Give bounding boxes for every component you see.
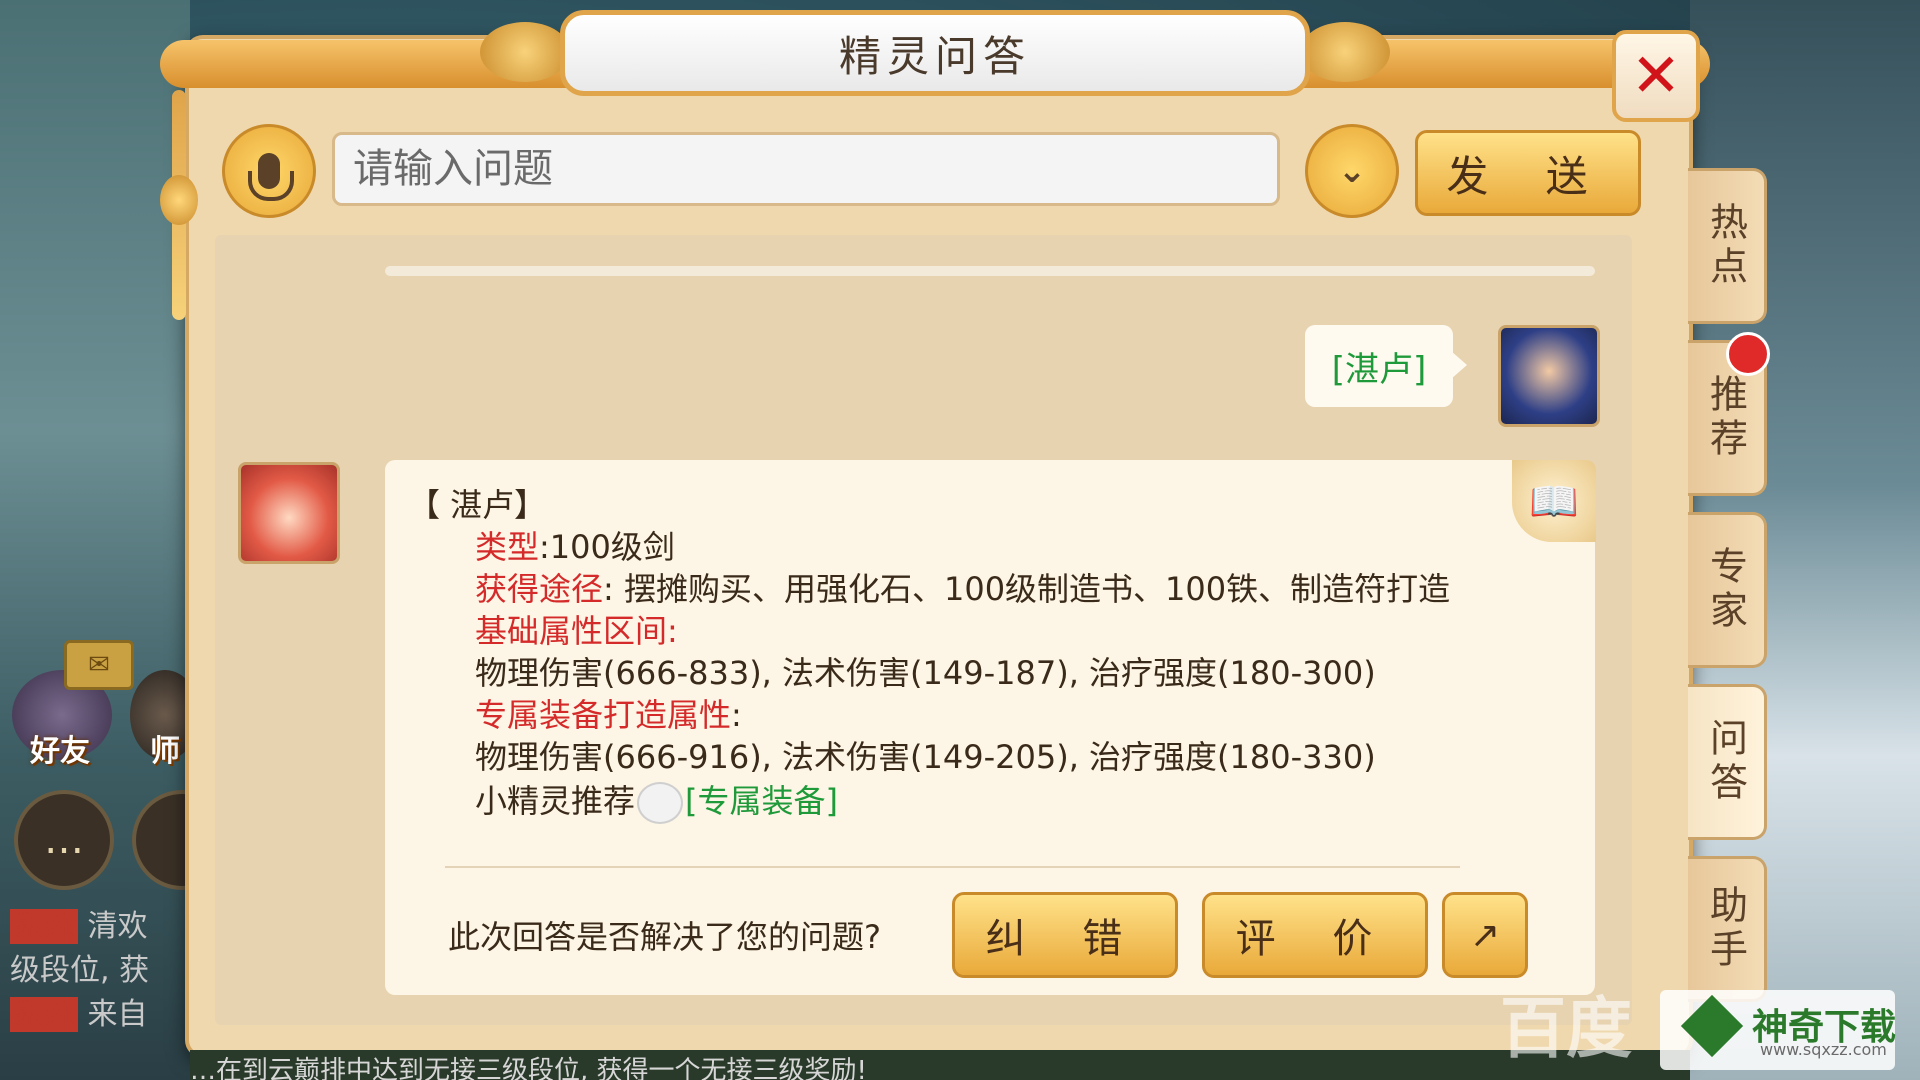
chat-line: 来自 <box>87 997 148 1032</box>
correct-error-button[interactable]: 纠 错 <box>952 892 1178 978</box>
close-icon: ✕ <box>1630 41 1682 111</box>
share-button[interactable]: ↗ <box>1442 892 1528 978</box>
dialog-title: 精灵问答 <box>838 31 1031 81</box>
history-dropdown-button[interactable]: ⌄ <box>1305 124 1399 218</box>
bell-icon <box>160 175 198 225</box>
answer-title: 【 湛卢】 <box>408 486 547 524</box>
cloud-ornament-icon <box>480 22 570 82</box>
master-label: 师 <box>150 734 180 769</box>
voice-input-button[interactable] <box>222 124 316 218</box>
mail-icon[interactable]: ✉ <box>64 640 134 690</box>
spirit-avatar <box>238 462 340 564</box>
microphone-icon <box>248 153 294 201</box>
recommend-text: 小精灵推荐 <box>475 782 636 820</box>
share-icon: ↗ <box>1469 914 1501 956</box>
watermark-site-url: www.sqxzz.com <box>1760 1040 1887 1059</box>
user-message-text: [湛卢] <box>1331 349 1427 390</box>
cloud-ornament-icon <box>1300 22 1390 82</box>
divider <box>445 866 1460 868</box>
type-label: 类型 <box>475 528 540 566</box>
source-label: 获得途径 <box>475 570 604 608</box>
send-button[interactable]: 发 送 <box>1415 130 1641 216</box>
chat-icon[interactable]: … <box>14 790 114 890</box>
divider <box>385 266 1595 276</box>
base-attr-value: 物理伤害(666-833), 法术伤害(149-187), 治疗强度(180-3… <box>475 654 1376 692</box>
watermark-baidu: 百度 <box>1500 990 1632 1067</box>
friend-label: 好友 <box>30 734 90 769</box>
tab-assistant[interactable]: 助手 <box>1688 856 1767 1002</box>
tab-expert[interactable]: 专家 <box>1688 512 1767 668</box>
close-button[interactable]: ✕ <box>1612 30 1700 122</box>
exclusive-attr-line: 专属装备打造属性: <box>475 690 742 736</box>
rate-button[interactable]: 评 价 <box>1202 892 1428 978</box>
user-avatar <box>1498 325 1600 427</box>
tab-qa[interactable]: 问答 <box>1688 684 1767 840</box>
chat-line: 级段位, 获 <box>10 953 150 988</box>
base-attr-label: 基础属性区间: <box>475 612 678 650</box>
exclusive-attr-value: 物理伤害(666-916), 法术伤害(149-205), 治疗强度(180-3… <box>475 738 1376 776</box>
question-input[interactable] <box>332 132 1280 206</box>
recommend-line: 小精灵推荐 [专属装备] <box>475 776 838 824</box>
source-value: : 摆摊购买、用强化石、100级制造书、100铁、制造符打造 <box>603 570 1451 608</box>
spirit-pet-icon <box>637 782 684 824</box>
type-value: :100级剑 <box>539 528 675 566</box>
dialog-title-plate: 精灵问答 <box>560 10 1310 96</box>
answer-type-line: 类型:100级剑 <box>475 522 675 568</box>
chat-log: 系统 清欢 级段位, 获 系统 来自 <box>10 905 190 1037</box>
exclusive-equipment-link[interactable]: [专属装备] <box>685 782 838 820</box>
chevron-down-icon: ⌄ <box>1337 151 1367 191</box>
feedback-question: 此次回答是否解决了您的问题? <box>448 918 881 956</box>
answer-source-line: 获得途径: 摆摊购买、用强化石、100级制造书、100铁、制造符打造 <box>475 564 1450 610</box>
user-message-bubble: [湛卢] <box>1305 325 1467 407</box>
chat-line: 清欢 <box>87 909 148 944</box>
notification-dot <box>1726 332 1770 376</box>
book-icon[interactable]: 📖 <box>1512 460 1596 542</box>
exclusive-attr-colon: : <box>731 696 742 734</box>
tab-hot[interactable]: 热点 <box>1688 168 1767 324</box>
exclusive-attr-label: 专属装备打造属性 <box>475 696 732 734</box>
system-news-ticker: …在到云巅排中达到无接三级段位, 获得一个无接三级奖励! <box>190 1050 1690 1080</box>
